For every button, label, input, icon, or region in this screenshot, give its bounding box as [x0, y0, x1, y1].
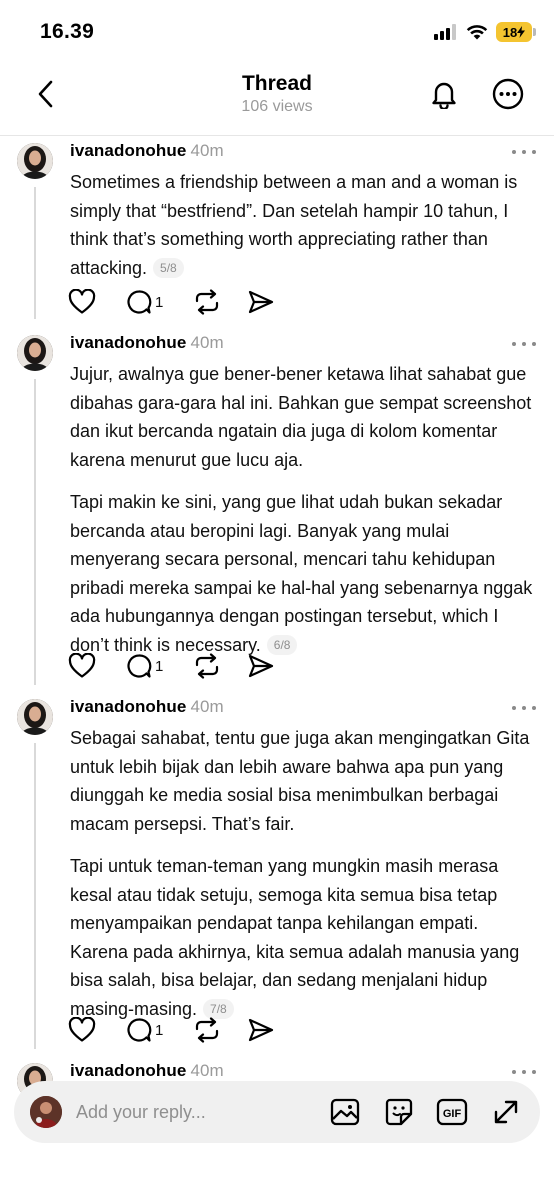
- bell-icon: [432, 82, 456, 109]
- charging-bolt-icon: [517, 26, 526, 38]
- post-paragraph: Tapi makin ke sini, yang gue lihat udah …: [70, 492, 533, 655]
- thread-connector: [34, 187, 36, 319]
- avatar[interactable]: [17, 699, 53, 735]
- post-more-button[interactable]: [512, 337, 536, 351]
- post-paragraph: Tapi untuk teman-teman yang mungkin masi…: [70, 856, 520, 1019]
- repost-button[interactable]: [193, 1015, 221, 1045]
- heart-icon: [68, 1017, 96, 1042]
- username-text[interactable]: ivanadonohue: [70, 697, 186, 716]
- comment-icon: [127, 654, 152, 678]
- send-icon: [249, 290, 274, 314]
- post-actions: 1: [68, 651, 275, 681]
- repost-button[interactable]: [193, 651, 221, 681]
- thread-connector: [34, 743, 36, 1049]
- image-icon: [330, 1098, 360, 1126]
- send-icon: [249, 654, 274, 678]
- like-button[interactable]: [68, 287, 96, 317]
- cellular-signal-icon: [434, 24, 456, 40]
- reply-count: 1: [155, 293, 164, 311]
- repost-icon: [196, 1017, 219, 1043]
- post-paragraph: Sebagai sahabat, tentu gue juga akan men…: [70, 728, 530, 834]
- post-time: 40m: [190, 697, 224, 716]
- reply-button[interactable]: 1: [126, 287, 163, 317]
- post-username[interactable]: ivanadonohue 40m: [70, 141, 224, 161]
- post-time: 40m: [190, 141, 224, 160]
- avatar[interactable]: [17, 143, 53, 179]
- reply-button[interactable]: 1: [126, 1015, 163, 1045]
- wifi-icon: [466, 25, 488, 40]
- post-more-button[interactable]: [512, 701, 536, 715]
- post-more-button[interactable]: [512, 1065, 536, 1079]
- share-button[interactable]: [247, 651, 275, 681]
- heart-icon: [68, 653, 96, 678]
- battery-indicator: 18: [496, 22, 536, 42]
- post-paragraph: Sometimes a friendship between a man and…: [70, 172, 518, 278]
- sticker-button[interactable]: [383, 1096, 415, 1128]
- post-username[interactable]: ivanadonohue 40m: [70, 1061, 224, 1081]
- share-button[interactable]: [247, 1015, 275, 1045]
- repost-button[interactable]: [193, 287, 221, 317]
- status-time: 16.39: [40, 20, 95, 43]
- gif-label: GIF: [443, 1108, 462, 1120]
- profile-photo: [17, 143, 53, 179]
- post-body: Sebagai sahabat, tentu gue juga akan men…: [70, 724, 540, 1023]
- profile-photo: [17, 699, 53, 735]
- post-username[interactable]: ivanadonohue 40m: [70, 697, 224, 717]
- thread-connector: [34, 379, 36, 685]
- share-button[interactable]: [247, 287, 275, 317]
- username-text[interactable]: ivanadonohue: [70, 141, 186, 160]
- view-count: 106 views: [241, 98, 313, 115]
- status-bar: 16.39 18: [0, 0, 554, 62]
- post-username[interactable]: ivanadonohue 40m: [70, 333, 224, 353]
- post-time: 40m: [190, 333, 224, 352]
- gif-button[interactable]: GIF: [436, 1096, 468, 1128]
- reply-button[interactable]: 1: [126, 651, 163, 681]
- status-icons: 18: [434, 22, 536, 42]
- page-title: Thread: [241, 72, 312, 95]
- gif-icon: GIF: [436, 1098, 468, 1126]
- sticker-icon: [385, 1098, 413, 1126]
- repost-icon: [196, 653, 219, 679]
- post-more-button[interactable]: [512, 145, 536, 159]
- post-body: Jujur, awalnya gue bener-bener ketawa li…: [70, 360, 540, 659]
- post-paragraph: Jujur, awalnya gue bener-bener ketawa li…: [70, 364, 532, 470]
- profile-photo: [17, 335, 53, 371]
- post-time: 40m: [190, 1061, 224, 1080]
- more-horizontal-icon: [492, 78, 524, 110]
- comment-icon: [127, 1018, 152, 1042]
- comment-icon: [127, 290, 152, 314]
- avatar[interactable]: [17, 335, 53, 371]
- page-badge: 5/8: [153, 257, 184, 278]
- more-options-button[interactable]: [490, 76, 526, 112]
- like-button[interactable]: [68, 651, 96, 681]
- battery-level: 18: [502, 24, 518, 40]
- my-profile-photo: [30, 1096, 62, 1128]
- notifications-button[interactable]: [426, 76, 462, 112]
- like-button[interactable]: [68, 1015, 96, 1045]
- reply-count: 1: [155, 657, 164, 675]
- my-avatar: [30, 1096, 62, 1128]
- username-text[interactable]: ivanadonohue: [70, 333, 186, 352]
- reply-composer: GIF: [14, 1081, 540, 1143]
- heart-icon: [68, 289, 96, 314]
- post-actions: 1: [68, 1015, 275, 1045]
- send-icon: [249, 1018, 274, 1042]
- reply-count: 1: [155, 1021, 164, 1039]
- image-button[interactable]: [329, 1096, 361, 1128]
- reply-input[interactable]: [76, 1099, 316, 1125]
- post-actions: 1: [68, 287, 275, 317]
- expand-button[interactable]: [490, 1096, 522, 1128]
- repost-icon: [196, 289, 219, 315]
- username-text[interactable]: ivanadonohue: [70, 1061, 186, 1080]
- expand-icon: [494, 1100, 518, 1124]
- thread-header: Thread 106 views: [0, 62, 554, 136]
- post-body: Sometimes a friendship between a man and…: [70, 168, 540, 282]
